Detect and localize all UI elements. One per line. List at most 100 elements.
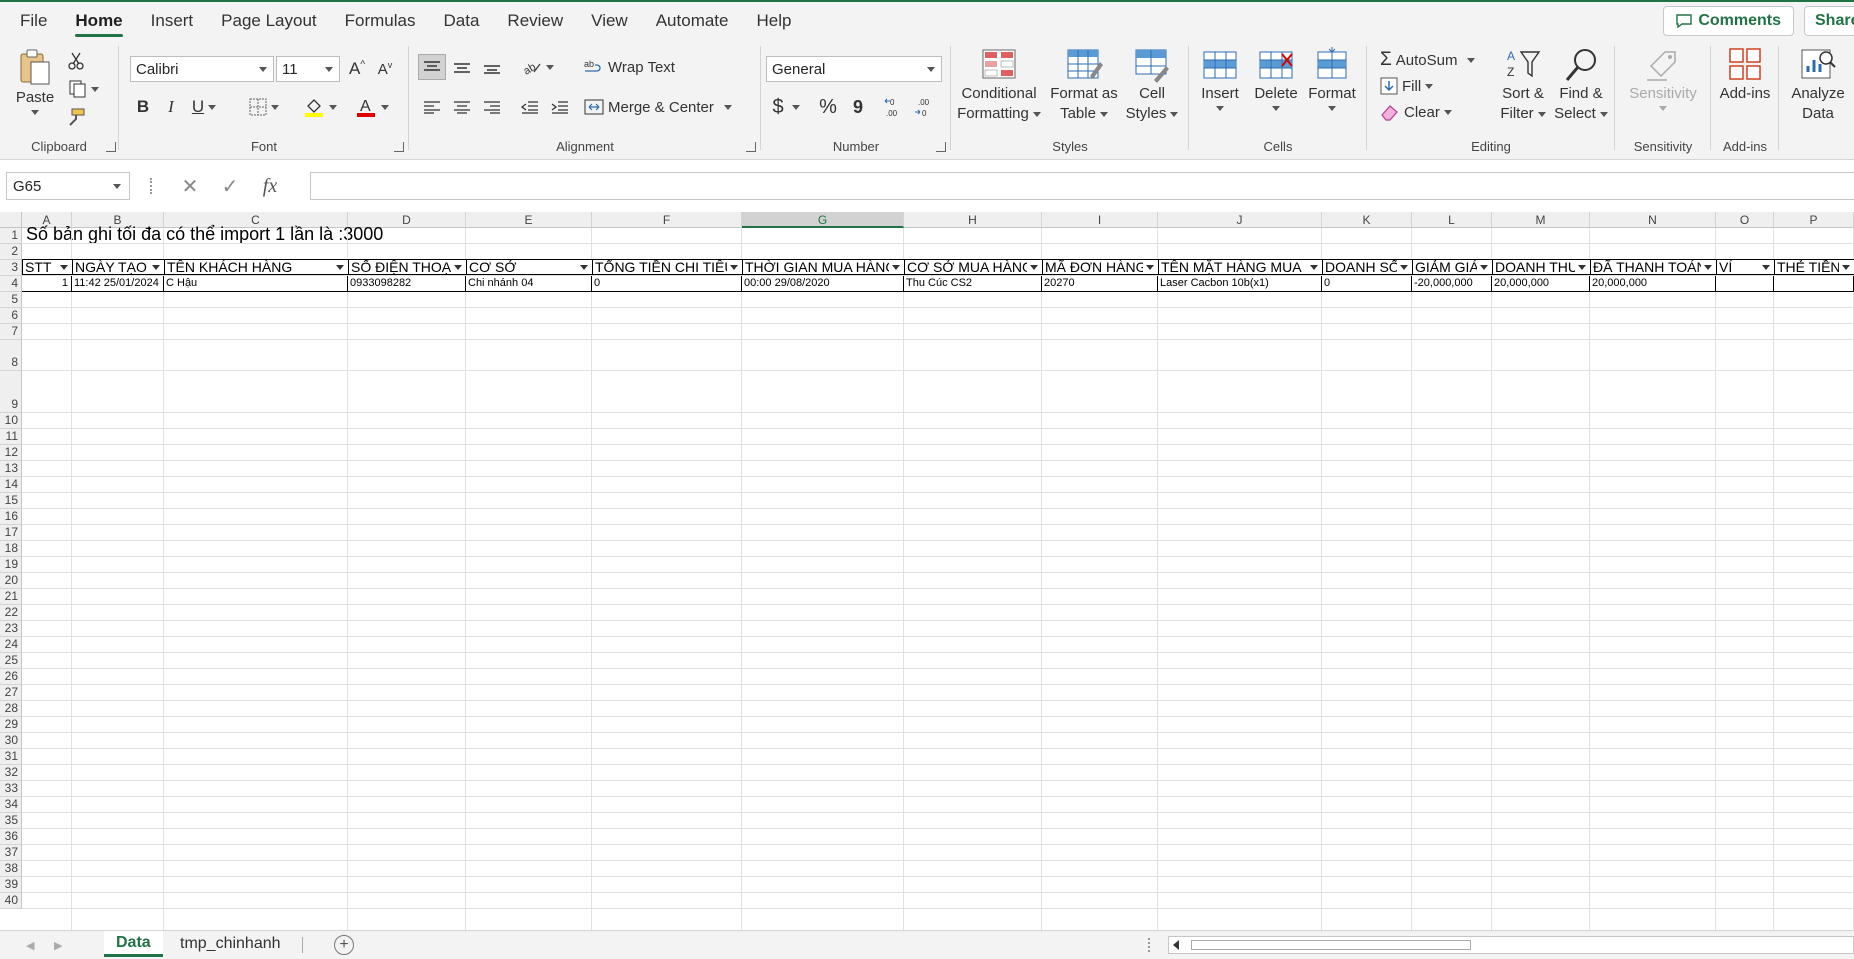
row-header-26[interactable]: 26 [0,669,22,685]
filter-dropdown-icon[interactable] [1143,261,1157,273]
row-header-9[interactable]: 9 [0,371,22,413]
tab-review[interactable]: Review [493,2,577,40]
row-header-14[interactable]: 14 [0,477,22,493]
underline-button[interactable]: U [186,94,222,120]
tab-data[interactable]: Data [430,2,494,40]
row-header-28[interactable]: 28 [0,701,22,717]
sensitivity-button[interactable]: Sensitivity [1620,46,1706,111]
table-data-cell[interactable]: 0 [1322,276,1412,292]
bold-button[interactable]: B [130,94,156,120]
number-format-combo[interactable]: General [766,56,942,82]
clipboard-launcher[interactable] [106,142,116,152]
delete-cells-button[interactable]: Delete [1248,46,1304,111]
row-header-33[interactable]: 33 [0,781,22,797]
table-data-cell[interactable]: 20270 [1042,276,1158,292]
row-header-38[interactable]: 38 [0,861,22,877]
enter-icon[interactable]: ✓ [210,174,250,199]
column-header-m[interactable]: M [1492,212,1590,228]
column-header-f[interactable]: F [592,212,742,228]
borders-button[interactable] [242,94,286,120]
table-data-cell[interactable]: Thu Cúc CS2 [904,276,1042,292]
prev-sheet-icon[interactable]: ◀ [26,939,34,952]
sort-filter-button[interactable]: AZ Sort & Filter [1496,46,1550,124]
row-header-34[interactable]: 34 [0,797,22,813]
title-cell-a1[interactable]: Số bản ghi tối đa có thể import 1 lần là… [26,224,383,245]
increase-font-button[interactable]: A^ [344,56,370,82]
column-header-o[interactable]: O [1716,212,1774,228]
font-launcher[interactable] [394,142,404,152]
table-header-cell[interactable]: THẺ TIỀN [1774,259,1854,275]
table-header-cell[interactable]: CƠ SỞ [466,259,593,275]
table-data-cell[interactable] [1774,276,1854,292]
filter-dropdown-icon[interactable] [333,261,347,273]
fill-color-button[interactable] [298,94,342,120]
horizontal-scrollbar[interactable] [1168,936,1854,954]
tab-insert[interactable]: Insert [137,2,208,40]
number-launcher[interactable] [936,142,946,152]
row-header-5[interactable]: 5 [0,292,22,308]
filter-dropdown-icon[interactable] [1575,261,1589,273]
name-box[interactable]: G65 [6,172,130,200]
row-header-29[interactable]: 29 [0,717,22,733]
find-select-button[interactable]: Find & Select [1552,46,1610,124]
format-as-table-button[interactable]: Format as Table [1050,46,1118,124]
paste-button[interactable]: Paste [12,48,58,115]
row-header-8[interactable]: 8 [0,340,22,371]
tab-help[interactable]: Help [742,2,805,40]
table-data-cell[interactable]: Chi nhánh 04 [466,276,592,292]
table-header-cell[interactable]: ĐÃ THANH TOÁN [1590,259,1717,275]
row-header-40[interactable]: 40 [0,893,22,909]
column-header-j[interactable]: J [1158,212,1322,228]
font-name-combo[interactable]: Calibri [130,56,274,82]
row-header-36[interactable]: 36 [0,829,22,845]
decrease-font-button[interactable]: Av [372,56,398,82]
align-bottom-button[interactable] [478,54,506,80]
row-header-6[interactable]: 6 [0,308,22,324]
row-header-15[interactable]: 15 [0,493,22,509]
row-header-2[interactable]: 2 [0,244,22,260]
row-header-12[interactable]: 12 [0,445,22,461]
tab-file[interactable]: File [0,2,61,40]
italic-button[interactable]: I [158,94,184,120]
filter-dropdown-icon[interactable] [149,261,163,273]
fill-button[interactable]: Fill [1380,74,1460,98]
table-header-cell[interactable]: MÃ ĐƠN HÀNG [1042,259,1159,275]
conditional-formatting-button[interactable]: Conditional Formatting [954,46,1044,124]
tab-automate[interactable]: Automate [642,2,743,40]
formula-input[interactable] [310,172,1854,200]
table-header-cell[interactable]: THỜI GIAN MUA HÀNG [742,259,905,275]
table-header-cell[interactable]: TÊN MẶT HÀNG MUA [1158,259,1323,275]
tab-page-layout[interactable]: Page Layout [207,2,330,40]
row-header-23[interactable]: 23 [0,621,22,637]
accounting-format-button[interactable]: $ [766,94,806,120]
format-painter-button[interactable] [64,106,88,128]
row-header-32[interactable]: 32 [0,765,22,781]
filter-dropdown-icon[interactable] [1477,261,1491,273]
filter-dropdown-icon[interactable] [1839,261,1853,273]
table-header-cell[interactable]: DOANH SỐ [1322,259,1413,275]
row-header-10[interactable]: 10 [0,413,22,429]
table-data-cell[interactable]: 0 [592,276,742,292]
align-middle-button[interactable] [448,54,476,80]
filter-dropdown-icon[interactable] [577,261,591,273]
column-header-p[interactable]: P [1774,212,1854,228]
row-header-3[interactable]: 3 [0,260,22,276]
font-size-combo[interactable]: 11 [276,56,340,82]
row-header-25[interactable]: 25 [0,653,22,669]
formula-bar-grip[interactable] [150,178,154,194]
table-header-cell[interactable]: CƠ SỞ MUA HÀNG [904,259,1043,275]
table-header-cell[interactable]: VÍ [1716,259,1775,275]
cancel-icon[interactable]: ✕ [170,174,210,199]
next-sheet-icon[interactable]: ▶ [54,939,62,952]
row-header-21[interactable]: 21 [0,589,22,605]
add-sheet-icon[interactable]: + [334,935,354,955]
table-header-cell[interactable]: STT [22,259,73,275]
table-data-cell[interactable]: 11:42 25/01/2024 [72,276,164,292]
share-button[interactable]: Share [1804,6,1854,36]
select-all-corner[interactable] [0,212,22,228]
table-data-cell[interactable]: 20,000,000 [1492,276,1590,292]
row-header-30[interactable]: 30 [0,733,22,749]
row-header-24[interactable]: 24 [0,637,22,653]
align-left-button[interactable] [418,94,446,120]
cell-styles-button[interactable]: Cell Styles [1120,46,1184,124]
